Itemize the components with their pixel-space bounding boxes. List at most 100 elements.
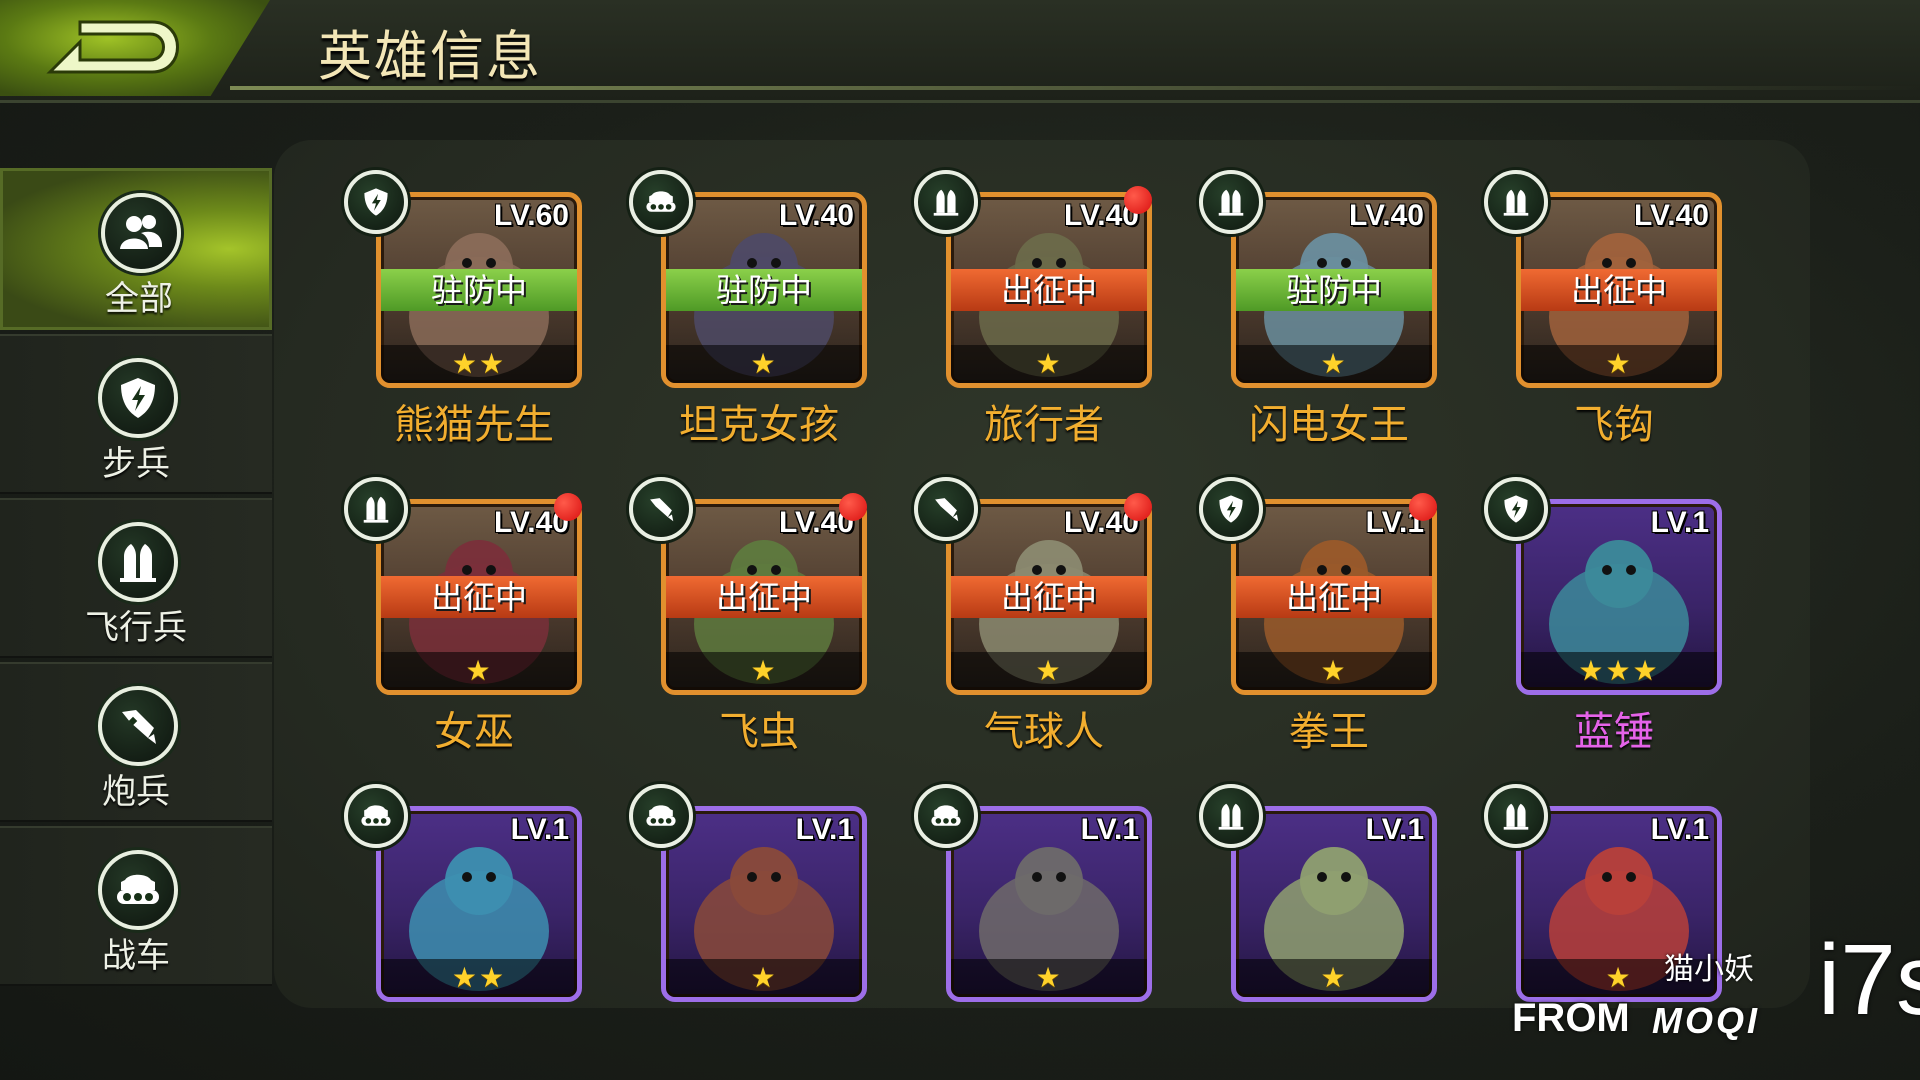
hero-card[interactable]: LV.40 出征中 ★ 旅行者 [914, 170, 1152, 448]
hero-status-badge: 驻防中 [666, 269, 862, 311]
sidebar-item-artillery[interactable]: 炮兵 [0, 662, 272, 822]
watermark-from: FROM [1512, 996, 1630, 1040]
back-button[interactable] [0, 0, 270, 96]
hero-name: 旅行者 [984, 402, 1104, 448]
hero-name: 拳王 [1289, 709, 1369, 755]
flyer-type-icon [1484, 170, 1548, 234]
hero-portrait-frame: LV.40 出征中 ★ [661, 499, 867, 695]
hero-grid-panel: LV.60 驻防中 ★★ 熊猫先生 LV.40 驻防中 ★ 坦克女孩 LV.40 出征中 ★ 旅行者 L… [274, 140, 1810, 1008]
page-title: 英雄信息 [318, 25, 542, 88]
hero-portrait-frame: LV.40 出征中 ★ [946, 192, 1152, 388]
new-notification-dot [1124, 186, 1152, 214]
hero-portrait-frame: LV.1 ★ [946, 806, 1152, 1002]
watermark-author: 猫小妖 [1664, 952, 1754, 987]
sidebar-item-tank[interactable]: 战车 [0, 826, 272, 986]
hero-level: LV.1 [1650, 813, 1709, 846]
hero-portrait-frame: LV.40 出征中 ★ [946, 499, 1152, 695]
hero-card[interactable]: LV.40 出征中 ★ 气球人 [914, 477, 1152, 755]
hero-card[interactable]: LV.40 出征中 ★ 女巫 [344, 477, 582, 755]
hero-portrait-frame: LV.1 ★★ [376, 806, 582, 1002]
hero-star-rating: ★ [666, 652, 862, 690]
hero-card[interactable]: LV.40 驻防中 ★ 闪电女王 [1199, 170, 1437, 448]
hero-portrait-frame: LV.60 驻防中 ★★ [376, 192, 582, 388]
sidebar-item-flyer[interactable]: 飞行兵 [0, 498, 272, 658]
hero-card[interactable]: LV.1 ★★★ 蓝锤 [1484, 477, 1722, 755]
hero-status-badge: 驻防中 [1236, 269, 1432, 311]
title-divider [230, 86, 1920, 90]
hero-card[interactable]: LV.40 出征中 ★ 飞钩 [1484, 170, 1722, 448]
infantry-type-icon [1199, 477, 1263, 541]
hero-card[interactable]: LV.40 驻防中 ★ 坦克女孩 [629, 170, 867, 448]
back-arrow-icon [46, 20, 179, 74]
hero-name: 飞钩 [1574, 402, 1654, 448]
hero-star-rating: ★ [1236, 652, 1432, 690]
hero-level: LV.1 [510, 813, 569, 846]
watermark-brand: MOQI [1652, 1000, 1760, 1041]
hero-card[interactable]: LV.1 ★★ [344, 784, 582, 1008]
infantry-type-icon [1484, 477, 1548, 541]
hero-portrait-frame: LV.40 出征中 ★ [1516, 192, 1722, 388]
hero-status-badge: 出征中 [951, 269, 1147, 311]
hero-star-rating: ★ [1236, 959, 1432, 997]
hero-star-rating: ★ [951, 652, 1147, 690]
artillery-missile-icon [98, 686, 178, 766]
hero-name: 女巫 [434, 709, 514, 755]
new-notification-dot [1124, 493, 1152, 521]
artillery-type-icon [914, 477, 978, 541]
sidebar-item-label: 步兵 [102, 444, 170, 484]
tank-type-icon [629, 784, 693, 848]
new-notification-dot [554, 493, 582, 521]
category-sidebar: 全部 步兵 飞行兵 炮兵 战车 [0, 168, 272, 990]
sidebar-item-infantry[interactable]: 步兵 [0, 334, 272, 494]
hero-card[interactable]: LV.1 ★ [1199, 784, 1437, 1008]
hero-status-badge: 驻防中 [381, 269, 577, 311]
hero-level: LV.1 [1080, 813, 1139, 846]
hero-portrait-frame: LV.40 驻防中 ★ [1231, 192, 1437, 388]
hero-card[interactable]: LV.40 出征中 ★ 飞虫 [629, 477, 867, 755]
infantry-shield-icon [98, 358, 178, 438]
flyer-type-icon [1199, 784, 1263, 848]
flyer-type-icon [1484, 784, 1548, 848]
hero-portrait-frame: LV.40 出征中 ★ [376, 499, 582, 695]
hero-name: 坦克女孩 [679, 402, 839, 448]
tank-type-icon [629, 170, 693, 234]
new-notification-dot [839, 493, 867, 521]
hero-level: LV.40 [1348, 199, 1424, 232]
sidebar-item-label: 飞行兵 [85, 608, 187, 648]
hero-level: LV.60 [493, 199, 569, 232]
sidebar-item-all[interactable]: 全部 [0, 168, 272, 330]
hero-level: LV.40 [1633, 199, 1709, 232]
group-icon [101, 193, 181, 273]
flyer-rocket-icon [98, 522, 178, 602]
hero-card[interactable]: LV.60 驻防中 ★★ 熊猫先生 [344, 170, 582, 448]
hero-star-rating: ★ [381, 652, 577, 690]
tank-icon [98, 850, 178, 930]
hero-portrait-frame: LV.40 驻防中 ★ [661, 192, 867, 388]
sidebar-item-label: 炮兵 [102, 772, 170, 812]
hero-star-rating: ★★ [381, 959, 577, 997]
hero-card[interactable]: LV.1 出征中 ★ 拳王 [1199, 477, 1437, 755]
hero-star-rating: ★ [666, 959, 862, 997]
top-bar: 英雄信息 [0, 0, 1920, 103]
hero-level: LV.40 [778, 199, 854, 232]
hero-portrait-frame: LV.1 ★ [1231, 806, 1437, 1002]
hero-status-badge: 出征中 [951, 576, 1147, 618]
sidebar-item-label: 全部 [105, 279, 173, 319]
hero-star-rating: ★★★ [1521, 652, 1717, 690]
hero-star-rating: ★ [951, 959, 1147, 997]
tank-type-icon [344, 784, 408, 848]
flyer-type-icon [914, 170, 978, 234]
hero-name: 气球人 [984, 709, 1104, 755]
sidebar-item-label: 战车 [102, 936, 170, 976]
artillery-type-icon [629, 477, 693, 541]
new-notification-dot [1409, 493, 1437, 521]
hero-name: 闪电女王 [1249, 402, 1409, 448]
hero-level: LV.1 [1650, 506, 1709, 539]
flyer-type-icon [344, 477, 408, 541]
hero-star-rating: ★ [951, 345, 1147, 383]
hero-star-rating: ★ [666, 345, 862, 383]
hero-star-rating: ★ [1521, 345, 1717, 383]
hero-portrait-frame: LV.1 ★ [661, 806, 867, 1002]
hero-card[interactable]: LV.1 ★ [914, 784, 1152, 1008]
hero-card[interactable]: LV.1 ★ [629, 784, 867, 1008]
